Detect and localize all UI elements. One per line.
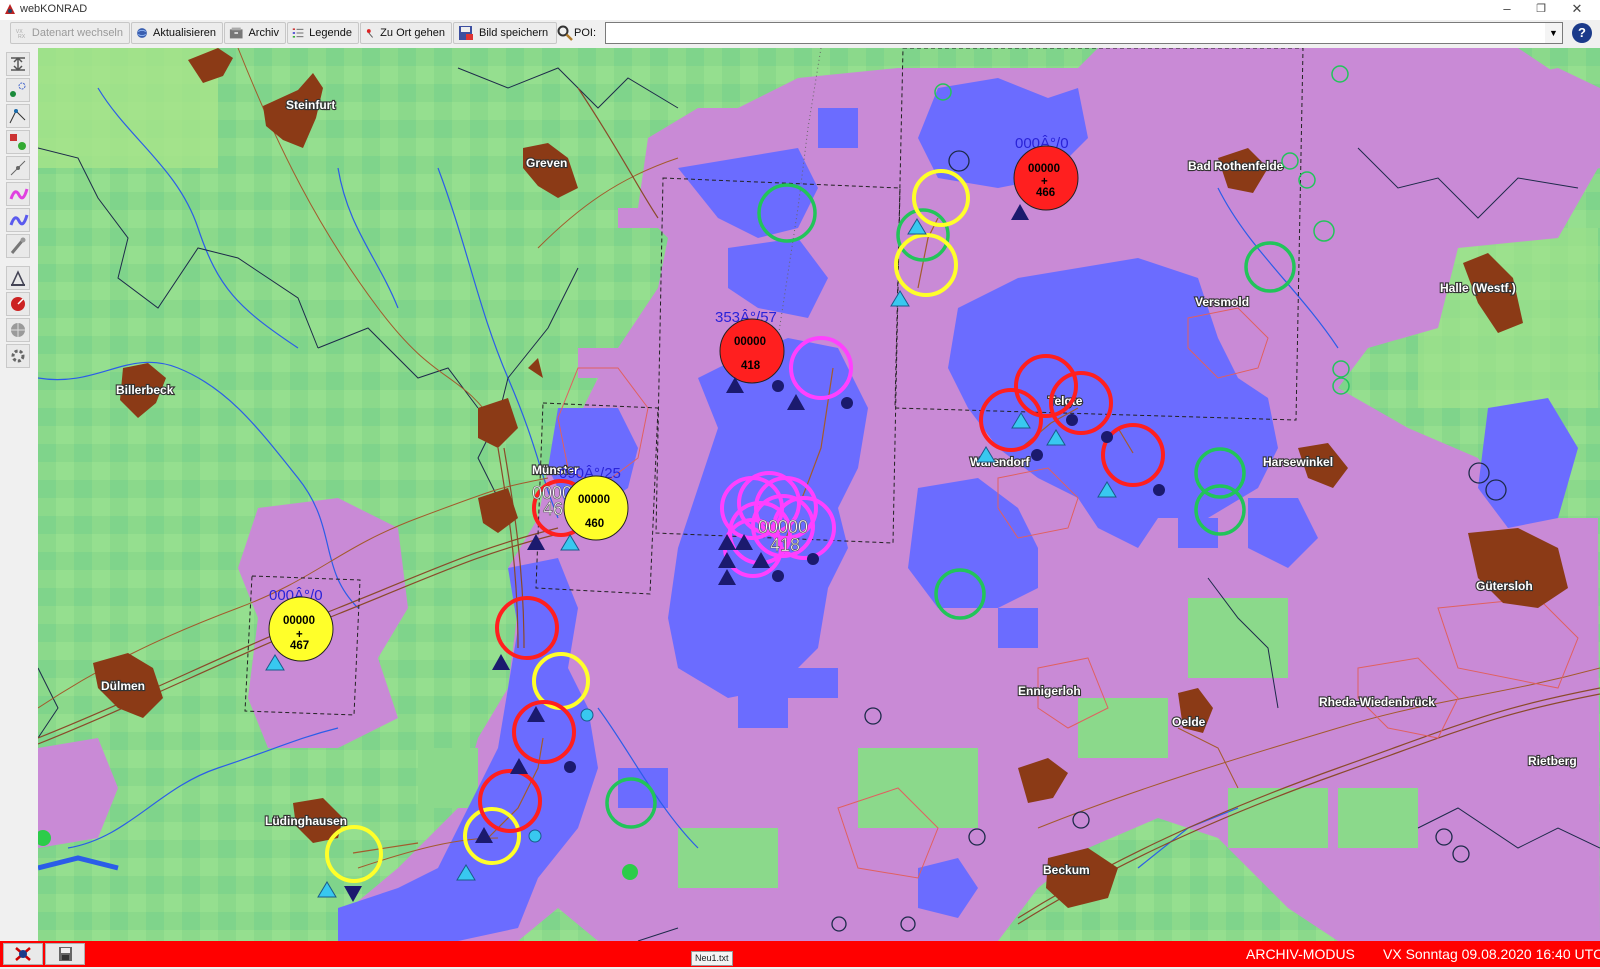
points-tool-icon[interactable] <box>6 78 30 102</box>
cell-id: 00000 <box>758 517 808 537</box>
data-type-icon: VXRX <box>16 29 26 40</box>
legende-label: Legende <box>309 27 352 39</box>
place-label: Rheda-Wiedenbrück <box>1319 695 1435 709</box>
place-label: Billerbeck <box>116 383 174 397</box>
measure-tool-icon[interactable] <box>6 266 30 290</box>
help-button[interactable]: ? <box>1572 23 1592 43</box>
polyline-tool-icon[interactable] <box>6 104 30 128</box>
archiv-button[interactable]: Archiv <box>224 22 286 44</box>
place-label: Dülmen <box>101 679 145 693</box>
cell-number: 466 <box>1036 187 1055 199</box>
restore-button[interactable]: ❐ <box>1524 0 1558 20</box>
search-icon <box>557 25 573 41</box>
floppy-icon <box>59 947 72 961</box>
cell-number: 467 <box>290 640 309 652</box>
cell-disc-1[interactable]: 000Â°/0 00000 + 466 <box>1013 135 1079 211</box>
radar-tool-icon[interactable] <box>6 292 30 316</box>
archive-icon <box>229 27 243 39</box>
settings-tool-icon[interactable] <box>6 344 30 368</box>
layer-magenta-icon[interactable] <box>6 182 30 206</box>
place-label: Steinfurt <box>286 98 335 112</box>
cell-number: 46 <box>543 499 563 519</box>
legend-icon <box>292 28 304 38</box>
area-tool-icon[interactable] <box>6 130 30 154</box>
place-label: Ennigerloh <box>1018 684 1081 698</box>
app-icon <box>5 4 15 14</box>
layer-blue-icon[interactable] <box>6 208 30 232</box>
place-label: Halle (Westf.) <box>1440 281 1516 295</box>
bild-speichern-button[interactable]: Bild speichern <box>453 22 557 44</box>
place-label: Versmold <box>1195 295 1249 309</box>
svg-text:RX: RX <box>18 34 26 40</box>
place-label: Rietberg <box>1528 754 1577 768</box>
aktualisieren-label: Aktualisieren <box>153 27 216 39</box>
probe-tool-icon[interactable] <box>6 234 30 258</box>
map-canvas: Steinfurt Greven Bad Rothenfelde Versmol… <box>38 48 1600 941</box>
cell-id: 00000 <box>1028 163 1060 175</box>
bild-speichern-label: Bild speichern <box>479 27 549 39</box>
place-label: Bad Rothenfelde <box>1188 159 1284 173</box>
cell-id: 00000 <box>734 336 766 348</box>
cell-number: 418 <box>770 535 800 555</box>
place-label: Harsewinkel <box>1263 455 1333 469</box>
cell-id: 00000 <box>578 494 610 506</box>
place-label: Gütersloh <box>1476 579 1533 593</box>
exit-button[interactable] <box>3 943 43 965</box>
datenart-wechseln-button[interactable]: VX RX Datenart wechseln <box>10 22 130 44</box>
save-button[interactable] <box>45 943 85 965</box>
cell-number: 418 <box>741 360 761 372</box>
archive-mode-label: ARCHIV-MODUS <box>1246 946 1355 962</box>
close-window-button[interactable]: ✕ <box>1560 0 1594 20</box>
track-tool-icon[interactable] <box>6 156 30 180</box>
refresh-globe-icon <box>137 28 147 38</box>
place-label: Beckum <box>1043 863 1090 877</box>
save-image-icon <box>459 26 473 40</box>
place-label: Oelde <box>1172 715 1206 729</box>
aktualisieren-button[interactable]: Aktualisieren <box>131 22 223 44</box>
left-tool-column <box>0 48 38 941</box>
poi-input[interactable] <box>605 22 1546 44</box>
poi-dropdown-button[interactable]: ▼ <box>1545 22 1563 44</box>
legende-button[interactable]: Legende <box>287 22 359 44</box>
timestamp-label: VX Sonntag 09.08.2020 16:40 UTC <box>1383 946 1600 962</box>
file-name-label[interactable]: Neu1.txt <box>691 951 733 966</box>
toolbar: VX RX Datenart wechseln Aktualisieren Arc… <box>0 20 1600 49</box>
zu-ort-gehen-button[interactable]: Zu Ort gehen <box>360 22 452 44</box>
status-bar: Neu1.txt ARCHIV-MODUS VX Sonntag 09.08.2… <box>0 941 1600 967</box>
globe-tool-icon[interactable] <box>6 318 30 342</box>
window-title: webKONRAD <box>20 3 88 15</box>
pin-icon <box>366 29 373 38</box>
pan-tool-icon[interactable] <box>6 52 30 76</box>
exit-icon <box>15 947 31 961</box>
zu-ort-gehen-label: Zu Ort gehen <box>380 27 445 39</box>
cell-number: 460 <box>585 518 604 530</box>
minimize-button[interactable]: – <box>1490 0 1524 20</box>
place-label: Greven <box>526 156 567 170</box>
cell-id: 00000 <box>283 615 315 627</box>
datenart-wechseln-label: Datenart wechseln <box>31 27 123 39</box>
poi-label: POI: <box>574 27 597 39</box>
archiv-label: Archiv <box>248 27 279 39</box>
title-bar: webKONRAD – ❐ ✕ <box>0 0 1600 21</box>
weather-map[interactable]: Steinfurt Greven Bad Rothenfelde Versmol… <box>38 48 1600 941</box>
place-label: Lüdinghausen <box>265 814 347 828</box>
